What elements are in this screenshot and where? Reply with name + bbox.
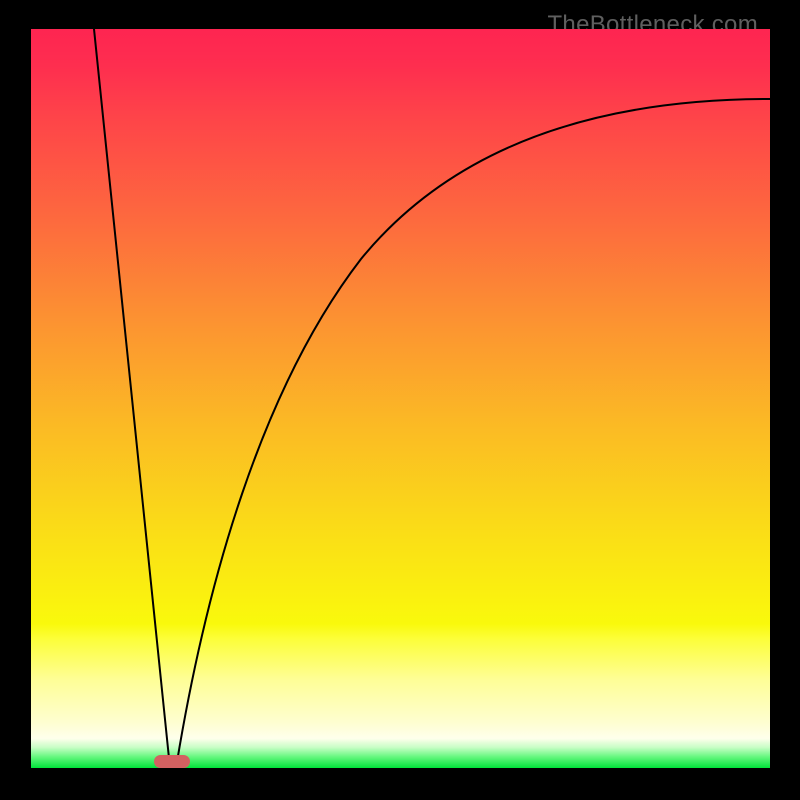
left-descending-line	[94, 29, 170, 768]
chart-canvas: TheBottleneck.com	[0, 0, 800, 800]
curve-overlay	[31, 29, 770, 768]
vertex-marker	[154, 755, 190, 768]
right-rising-curve	[176, 99, 770, 768]
plot-outer-frame: TheBottleneck.com	[13, 11, 788, 786]
